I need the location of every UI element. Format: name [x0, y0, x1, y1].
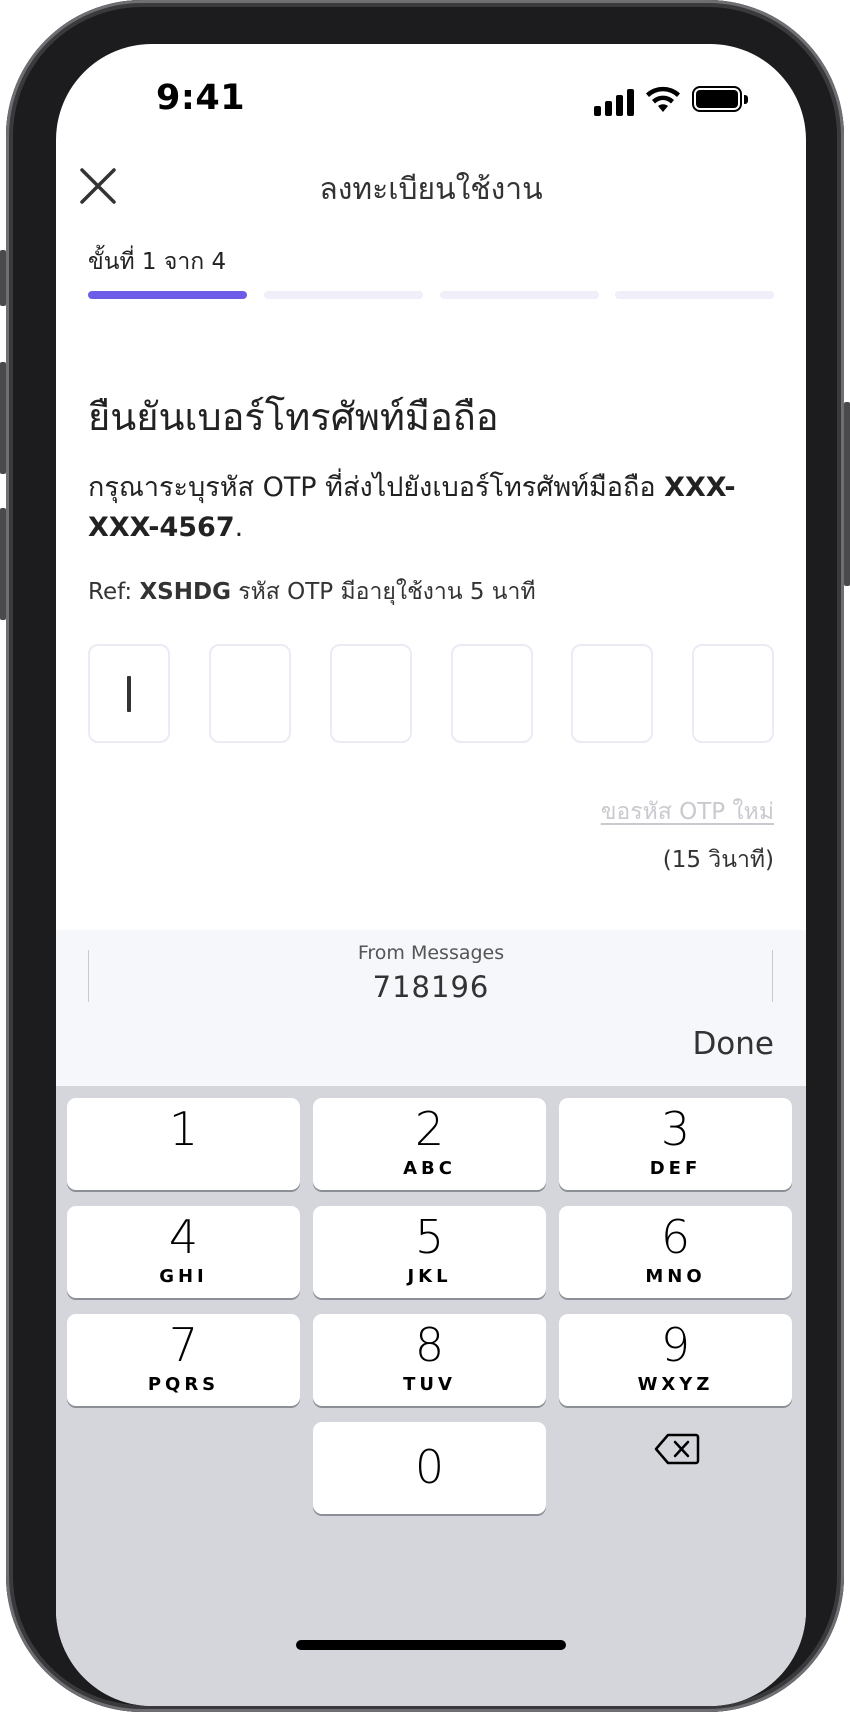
- progress-segment-1: [88, 291, 247, 299]
- resend-otp-link[interactable]: ขอรหัส OTP ใหม่: [601, 794, 774, 830]
- key-number: 6: [660, 1210, 691, 1264]
- key-5[interactable]: 5 JKL: [313, 1206, 546, 1298]
- key-letters: GHI: [159, 1266, 208, 1287]
- ref-note: รหัส OTP มีอายุใช้งาน 5 นาที: [230, 579, 536, 605]
- text-cursor: [127, 675, 131, 712]
- key-number: 3: [660, 1102, 691, 1156]
- key-letters: DEF: [649, 1158, 702, 1179]
- step-indicator-label: ขั้นที่ 1 จาก 4: [88, 249, 227, 275]
- wifi-icon: [646, 86, 680, 112]
- key-letters: MNO: [645, 1266, 706, 1287]
- ref-code: XSHDG: [139, 579, 231, 605]
- otp-description: กรุณาระบุรหัส OTP ที่ส่งไปยังเบอร์โทรศัพ…: [88, 468, 768, 548]
- otp-digit-input-6[interactable]: [692, 644, 774, 743]
- page-title: ลงทะเบียนใช้งาน: [319, 172, 543, 207]
- description-text: กรุณาระบุรหัส OTP ที่ส่งไปยังเบอร์โทรศัพ…: [88, 472, 665, 503]
- step-progress-bar: [88, 291, 774, 299]
- otp-digit-input-3[interactable]: [330, 644, 412, 743]
- otp-digit-input-5[interactable]: [571, 644, 653, 743]
- key-4[interactable]: 4 GHI: [67, 1206, 300, 1298]
- key-3[interactable]: 3 DEF: [559, 1098, 792, 1190]
- phone-frame: 9:41 ลงทะเบียนใช้งาน ขั้นที่ 1 จาก 4 ยืน…: [0, 0, 850, 1712]
- key-7[interactable]: 7 PQRS: [67, 1314, 300, 1406]
- key-number: 2: [414, 1102, 445, 1156]
- otp-digit-input-1[interactable]: [88, 644, 170, 743]
- key-letters: TUV: [403, 1374, 456, 1395]
- key-letters: WXYZ: [637, 1374, 714, 1395]
- key-letters: JKL: [407, 1266, 452, 1287]
- suggestion-source: From Messages: [357, 942, 505, 964]
- key-8[interactable]: 8 TUV: [313, 1314, 546, 1406]
- key-2[interactable]: 2 ABC: [313, 1098, 546, 1190]
- progress-segment-2: [264, 291, 423, 299]
- key-6[interactable]: 6 MNO: [559, 1206, 792, 1298]
- volume-up-button: [0, 362, 6, 474]
- section-heading: ยืนยันเบอร์โทรศัพท์มือถือ: [88, 395, 499, 439]
- battery-icon: [692, 86, 748, 112]
- key-9[interactable]: 9 WXYZ: [559, 1314, 792, 1406]
- screen: 9:41 ลงทะเบียนใช้งาน ขั้นที่ 1 จาก 4 ยืน…: [56, 44, 806, 1706]
- mute-switch: [0, 250, 6, 306]
- key-number: 7: [168, 1318, 199, 1372]
- home-indicator[interactable]: [296, 1640, 566, 1650]
- key-0[interactable]: 0: [313, 1422, 546, 1514]
- key-number: 4: [168, 1210, 199, 1264]
- description-end: .: [234, 512, 244, 543]
- status-time: 9:41: [156, 78, 246, 118]
- resend-countdown: (15 วินาที): [662, 847, 774, 873]
- ref-label: Ref:: [88, 579, 140, 605]
- key-number: 9: [660, 1318, 691, 1372]
- otp-digit-input-2[interactable]: [209, 644, 291, 743]
- key-letters: ABC: [403, 1158, 456, 1179]
- key-number: 5: [414, 1210, 445, 1264]
- key-number: 8: [414, 1318, 445, 1372]
- key-1[interactable]: 1: [67, 1098, 300, 1190]
- volume-down-button: [0, 508, 6, 620]
- backspace-icon[interactable]: [654, 1432, 700, 1466]
- progress-segment-3: [440, 291, 599, 299]
- otp-digit-input-4[interactable]: [451, 644, 533, 743]
- otp-input-group: [88, 644, 774, 744]
- key-number: 1: [168, 1102, 199, 1156]
- key-letters: PQRS: [147, 1374, 220, 1395]
- key-number: 0: [414, 1440, 445, 1494]
- otp-reference: Ref: XSHDG รหัส OTP มีอายุใช้งาน 5 นาที: [88, 574, 536, 610]
- progress-segment-4: [615, 291, 774, 299]
- power-button: [844, 402, 850, 586]
- done-button[interactable]: Done: [692, 1026, 774, 1062]
- keyboard-accessory-bar: From Messages 718196 Done: [56, 930, 806, 1086]
- suggestion-code: 718196: [372, 970, 490, 1004]
- cellular-signal-icon: [594, 88, 636, 116]
